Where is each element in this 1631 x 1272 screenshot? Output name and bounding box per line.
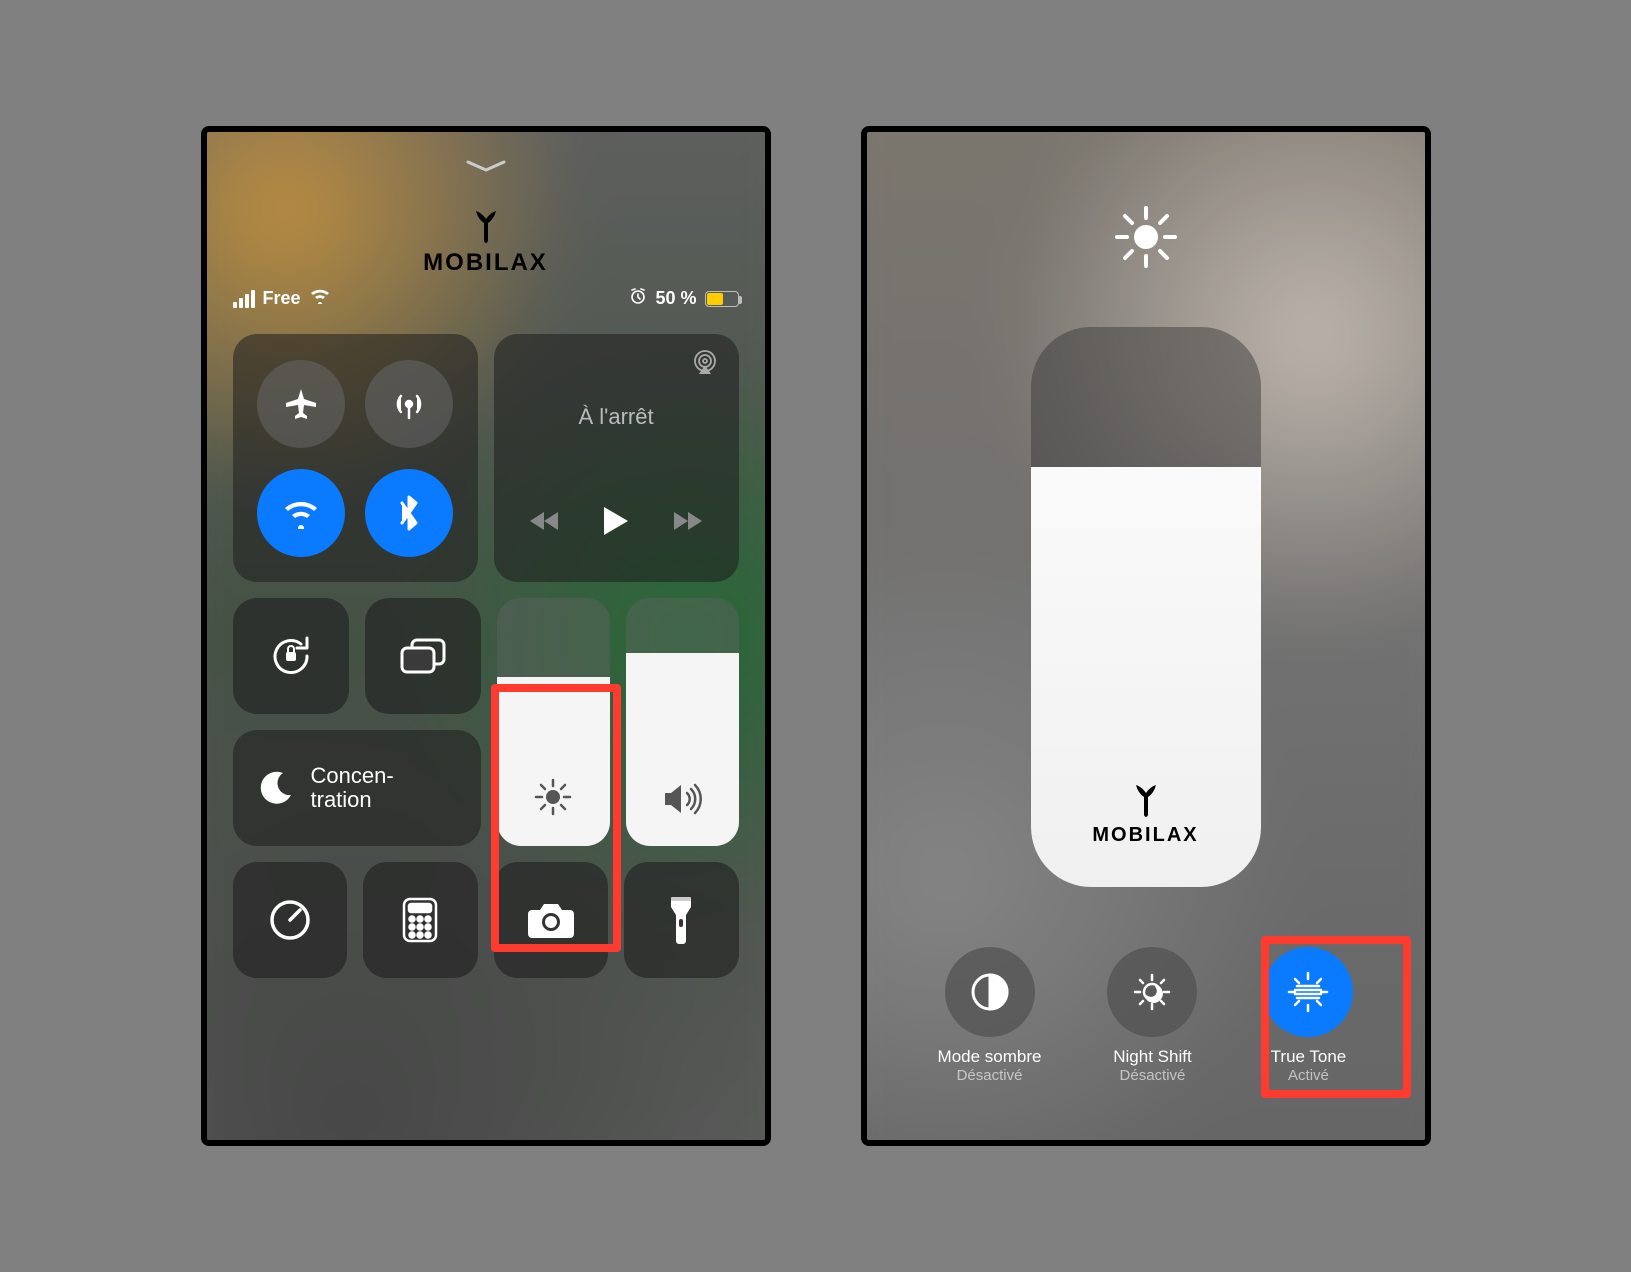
night-shift-label: Night Shift xyxy=(1113,1047,1191,1067)
control-center-screenshot: MOBILAX Free 50 % xyxy=(201,126,771,1146)
play-button[interactable] xyxy=(602,505,630,542)
watermark-text: MOBILAX xyxy=(423,249,548,276)
volume-icon xyxy=(661,781,703,822)
wifi-toggle[interactable] xyxy=(257,469,345,557)
media-tile[interactable]: À l'arrêt xyxy=(494,334,739,582)
cellular-data-toggle[interactable] xyxy=(365,360,453,448)
true-tone-status: Activé xyxy=(1288,1067,1329,1084)
night-shift-status: Désactivé xyxy=(1120,1067,1186,1084)
carrier-name: Free xyxy=(263,288,301,309)
screen-mirroring-button[interactable] xyxy=(365,598,481,714)
battery-percent: 50 % xyxy=(655,288,696,309)
true-tone-label: True Tone xyxy=(1271,1047,1347,1067)
bluetooth-toggle[interactable] xyxy=(365,469,453,557)
dark-mode-label: Mode sombre xyxy=(938,1047,1042,1067)
calculator-button[interactable] xyxy=(363,862,478,978)
brightness-icon xyxy=(1111,202,1181,277)
brightness-icon xyxy=(533,777,573,822)
wifi-status-icon xyxy=(309,288,331,309)
dark-mode-toggle[interactable]: Mode sombre Désactivé xyxy=(938,947,1042,1084)
watermark-text: MOBILAX xyxy=(1092,824,1198,847)
focus-tile[interactable]: Concen- tration xyxy=(233,730,481,846)
orientation-lock-toggle[interactable] xyxy=(233,598,349,714)
chevron-down-icon[interactable] xyxy=(233,158,739,179)
media-status-text: À l'arrêt xyxy=(578,404,653,430)
watermark-logo: MOBILAX xyxy=(1092,783,1198,847)
cellular-signal-icon xyxy=(233,290,255,308)
status-bar: Free 50 % xyxy=(233,287,739,310)
timer-button[interactable] xyxy=(233,862,348,978)
brightness-slider[interactable] xyxy=(497,598,610,846)
brightness-slider-large[interactable]: MOBILAX xyxy=(1031,327,1261,887)
next-track-button[interactable] xyxy=(672,510,704,537)
flashlight-button[interactable] xyxy=(624,862,739,978)
airplay-icon[interactable] xyxy=(691,350,719,379)
true-tone-toggle[interactable]: True Tone Activé xyxy=(1263,947,1353,1084)
camera-button[interactable] xyxy=(494,862,609,978)
dark-mode-status: Désactivé xyxy=(957,1067,1023,1084)
volume-slider[interactable] xyxy=(626,598,739,846)
brightness-expanded-screenshot: MOBILAX Mode sombre Désactivé Night Shif… xyxy=(861,126,1431,1146)
night-shift-toggle[interactable]: Night Shift Désactivé xyxy=(1107,947,1197,1084)
previous-track-button[interactable] xyxy=(528,510,560,537)
airplane-mode-toggle[interactable] xyxy=(257,360,345,448)
connectivity-tile[interactable] xyxy=(233,334,478,582)
watermark-logo: MOBILAX xyxy=(233,209,739,277)
focus-label: Concen- tration xyxy=(311,764,394,812)
alarm-icon xyxy=(629,287,647,310)
battery-icon xyxy=(705,291,739,307)
